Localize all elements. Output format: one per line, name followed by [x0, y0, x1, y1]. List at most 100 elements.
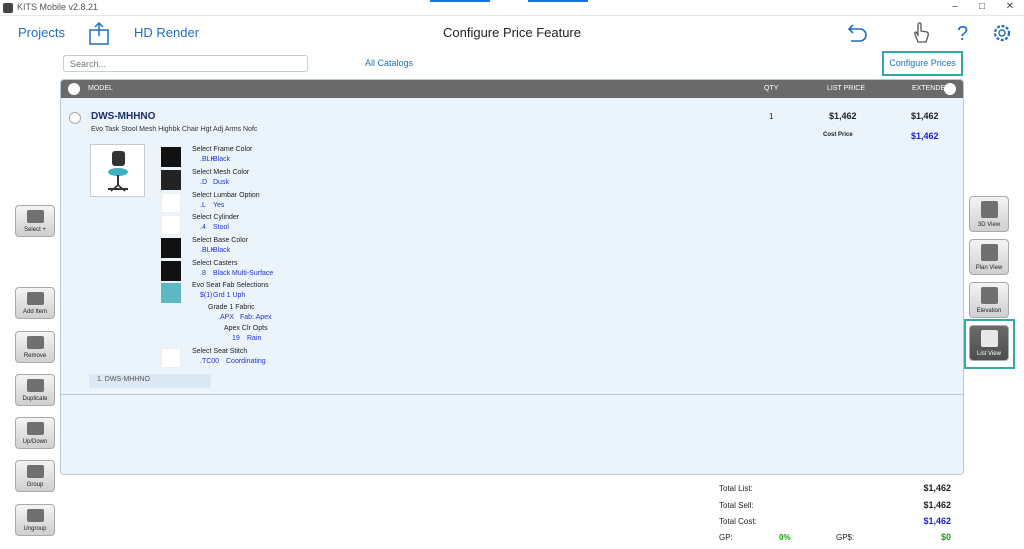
option-value[interactable]: Black: [213, 156, 230, 163]
gear-icon[interactable]: [989, 21, 1015, 45]
option-label: Select Base Color: [192, 237, 249, 244]
option-value[interactable]: Grd 1 Uph: [213, 292, 245, 299]
select-icon: [27, 210, 44, 223]
option-code: .L: [200, 202, 206, 209]
option-code: .8: [200, 270, 206, 277]
option-value[interactable]: Yes: [213, 202, 224, 209]
elevation-icon: [981, 287, 998, 304]
header-right-radio[interactable]: [944, 83, 956, 95]
fabric-color-value[interactable]: Rain: [247, 335, 261, 342]
option-swatch[interactable]: [161, 261, 181, 281]
up-down-icon: [27, 422, 44, 435]
option-label: Select Cylinder: [192, 214, 240, 221]
option-value[interactable]: Black Multi-Surface: [213, 270, 273, 277]
stitch-label: Select Seat Stitch: [192, 348, 248, 355]
option-swatch[interactable]: [161, 238, 181, 258]
option-code: $(1): [200, 292, 213, 299]
title-accent: [528, 0, 588, 2]
page-title: Configure Price Feature: [442, 25, 581, 40]
divider: [61, 394, 963, 395]
undo-icon[interactable]: [843, 21, 869, 45]
total-list-value: $1,462: [923, 483, 951, 493]
add-icon: [27, 292, 44, 305]
option-value[interactable]: Stool: [213, 224, 229, 231]
select-plus-button[interactable]: Select +: [15, 205, 55, 237]
option-label: Evo Seat Fab Selections: [192, 282, 269, 289]
total-cost-label: Total Cost:: [719, 517, 757, 526]
duplicate-icon: [27, 379, 44, 392]
option-swatch[interactable]: [161, 283, 181, 303]
svg-text:?: ?: [957, 23, 968, 45]
window-title: KITS Mobile v2.8.21: [17, 2, 99, 12]
item-description: Evo Task Stool Mesh Highbk Chair Hgt Adj…: [91, 126, 258, 133]
title-bar: KITS Mobile v2.8.21 – □ ✕: [0, 0, 1024, 16]
cube-icon: [981, 201, 998, 218]
chair-image: [108, 151, 128, 192]
table-header: MODEL QTY LIST PRICE EXTENDED: [61, 80, 963, 98]
gp-dollar-value: $0: [940, 532, 951, 542]
col-model: MODEL: [88, 85, 113, 92]
total-cost-value: $1,462: [923, 516, 951, 526]
minimize-icon[interactable]: –: [948, 1, 962, 12]
item-group-tag[interactable]: 1. DWS-MHHNO: [89, 374, 211, 388]
cost-price-value: $1,462: [911, 131, 939, 141]
document-icon: [981, 330, 998, 347]
option-swatch[interactable]: [161, 193, 181, 213]
maximize-icon[interactable]: □: [975, 1, 989, 12]
title-accent: [430, 0, 490, 2]
help-icon[interactable]: ?: [949, 21, 975, 45]
all-catalogs-link[interactable]: All Catalogs: [365, 58, 413, 68]
item-qty[interactable]: 1: [769, 112, 773, 121]
gp-value: 0%: [779, 533, 791, 542]
fabric-grade-label: Grade 1 Fabric: [208, 304, 255, 311]
product-thumbnail: [90, 144, 145, 197]
col-list-price: LIST PRICE: [827, 85, 865, 92]
ungroup-icon: [27, 509, 44, 522]
option-label: Select Frame Color: [192, 146, 253, 153]
select-all-radio[interactable]: [68, 83, 80, 95]
option-value[interactable]: Dusk: [213, 179, 229, 186]
add-item-button[interactable]: Add Item: [15, 287, 55, 319]
item-list-panel: MODEL QTY LIST PRICE EXTENDED DWS-MHHNO …: [60, 79, 964, 475]
fabric-grade-code: .APX: [218, 314, 234, 321]
plan-icon: [981, 244, 998, 261]
option-code: .4: [200, 224, 206, 231]
list-view-button[interactable]: List View: [969, 325, 1009, 361]
duplicate-button[interactable]: Duplicate: [15, 374, 55, 406]
col-qty: QTY: [764, 85, 779, 92]
item-model[interactable]: DWS-MHHNO: [91, 111, 155, 122]
hand-pointer-icon[interactable]: [908, 21, 934, 45]
group-button[interactable]: Group: [15, 460, 55, 492]
item-list-price: $1,462: [829, 111, 857, 121]
search-input[interactable]: [63, 55, 308, 72]
gp-dollar-label: GP$:: [836, 533, 855, 542]
option-swatch[interactable]: [161, 215, 181, 235]
group-icon: [27, 465, 44, 478]
ungroup-button[interactable]: Ungroup: [15, 504, 55, 536]
up-down-button[interactable]: Up/Down: [15, 417, 55, 449]
fabric-color-code: 19: [232, 335, 240, 342]
option-value[interactable]: Black: [213, 247, 230, 254]
fabric-grade-value[interactable]: Fab: Apex: [240, 314, 272, 321]
stitch-value[interactable]: Coordinating: [226, 358, 266, 365]
option-swatch[interactable]: [161, 170, 181, 190]
total-list-label: Total List:: [719, 484, 753, 493]
elevation-button[interactable]: Elevation: [969, 282, 1009, 318]
app-header: Projects HD Render Configure Price Featu…: [0, 16, 1024, 50]
stitch-code: .TC00: [200, 358, 220, 365]
cost-price-label: Cost Price: [823, 132, 853, 138]
item-select-radio[interactable]: [69, 112, 81, 124]
3d-view-button[interactable]: 3D View: [969, 196, 1009, 232]
close-icon[interactable]: ✕: [1003, 1, 1017, 12]
total-sell-value: $1,462: [923, 500, 951, 510]
plan-view-button[interactable]: Plan View: [969, 239, 1009, 275]
item-extended: $1,462: [911, 111, 939, 121]
remove-icon: [27, 336, 44, 349]
remove-button[interactable]: Remove: [15, 331, 55, 363]
stitch-swatch[interactable]: [161, 348, 181, 368]
option-label: Select Casters: [192, 260, 238, 267]
option-label: Select Mesh Color: [192, 169, 250, 176]
option-swatch[interactable]: [161, 147, 181, 167]
option-code: .D: [200, 179, 207, 186]
configure-prices-button[interactable]: Configure Prices: [882, 51, 963, 76]
